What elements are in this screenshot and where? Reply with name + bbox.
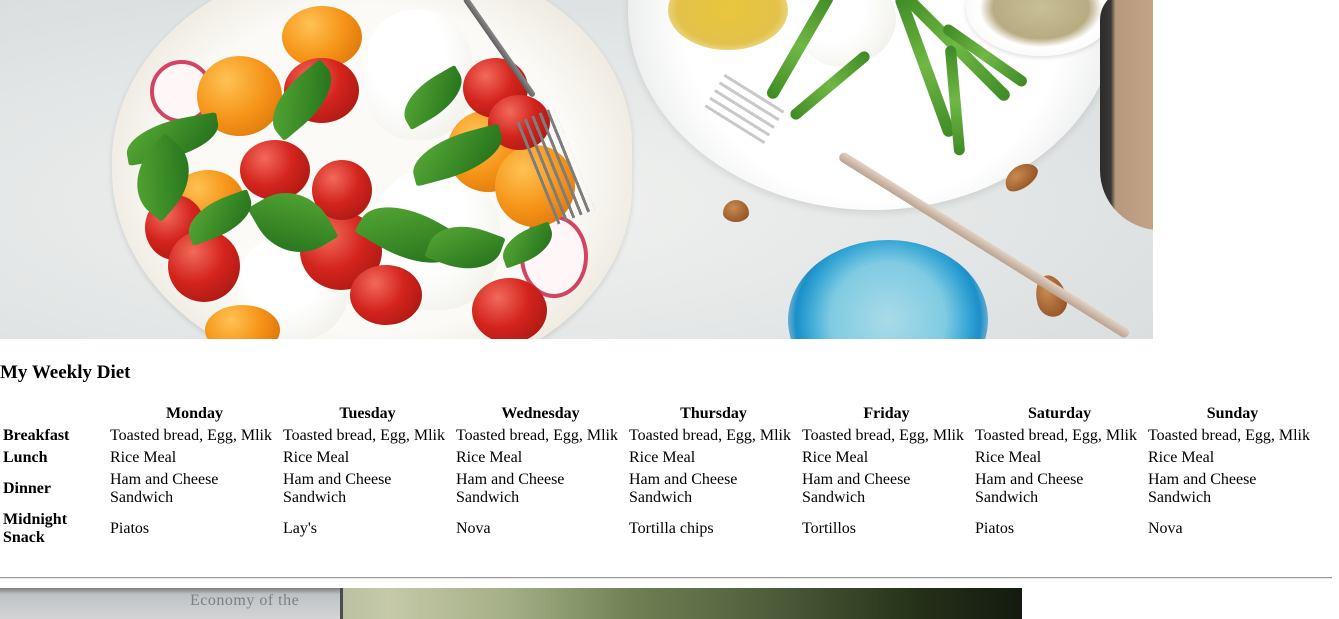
- table-row: Dinner Ham and Cheese Sandwich Ham and C…: [2, 470, 1318, 508]
- meal-cell: Rice Meal: [975, 449, 1042, 466]
- table-header-row: Monday Tuesday Wednesday Thursday Friday…: [2, 404, 1318, 424]
- day-header: Tuesday: [339, 405, 396, 422]
- meal-cell: Ham and Cheese Sandwich: [802, 471, 911, 506]
- horizontal-rule: [0, 577, 1332, 579]
- table-row: Breakfast Toasted bread, Egg, Mlik Toast…: [2, 426, 1318, 446]
- meal-cell: Nova: [456, 520, 491, 537]
- meal-cell: Ham and Cheese Sandwich: [629, 471, 738, 506]
- meal-cell: Ham and Cheese Sandwich: [110, 471, 219, 506]
- weekly-diet-table: Monday Tuesday Wednesday Thursday Friday…: [0, 402, 1320, 550]
- book-title-text: Economy of the: [190, 592, 300, 609]
- table-corner-cell: [2, 404, 107, 424]
- meal-cell: Toasted bread, Egg, Mlik: [802, 427, 964, 444]
- meal-cell: Toasted bread, Egg, Mlik: [456, 427, 618, 444]
- day-header: Monday: [166, 405, 223, 422]
- meal-cell: Piatos: [975, 520, 1015, 537]
- cutting-board: [1100, 0, 1153, 230]
- meal-cell: Toasted bread, Egg, Mlik: [1148, 427, 1310, 444]
- day-header: Wednesday: [501, 405, 580, 422]
- meal-cell: Rice Meal: [283, 449, 350, 466]
- meal-cell: Toasted bread, Egg, Mlik: [110, 427, 272, 444]
- meal-cell: Rice Meal: [802, 449, 869, 466]
- table-row: Midnight Snack Piatos Lay's Nova Tortill…: [2, 510, 1318, 548]
- day-header: Thursday: [680, 405, 747, 422]
- meal-label: Breakfast: [3, 427, 70, 444]
- meal-cell: Ham and Cheese Sandwich: [1148, 471, 1257, 506]
- meal-cell: Rice Meal: [110, 449, 177, 466]
- meal-label: Midnight Snack: [3, 511, 68, 546]
- meal-cell: Tortillos: [802, 520, 856, 537]
- meal-cell: Toasted bread, Egg, Mlik: [283, 427, 445, 444]
- meal-cell: Rice Meal: [456, 449, 523, 466]
- meal-cell: Rice Meal: [1148, 449, 1215, 466]
- meal-cell: Ham and Cheese Sandwich: [456, 471, 565, 506]
- day-header: Friday: [863, 405, 910, 422]
- meal-cell: Nova: [1148, 520, 1183, 537]
- meal-cell: Tortilla chips: [629, 520, 714, 537]
- meal-label: Lunch: [3, 449, 48, 466]
- meal-cell: Toasted bread, Egg, Mlik: [629, 427, 791, 444]
- day-header: Saturday: [1027, 405, 1092, 422]
- day-header: Sunday: [1206, 405, 1259, 422]
- hero-food-image: [0, 0, 1153, 339]
- meal-label: Dinner: [3, 480, 51, 497]
- meal-cell: Ham and Cheese Sandwich: [283, 471, 392, 506]
- meal-cell: Rice Meal: [629, 449, 696, 466]
- page-title: My Weekly Diet: [0, 362, 131, 383]
- table-row: Lunch Rice Meal Rice Meal Rice Meal Rice…: [2, 448, 1318, 468]
- meal-cell: Toasted bread, Egg, Mlik: [975, 427, 1137, 444]
- bottom-image: Economy of the: [0, 588, 1022, 619]
- blue-glass: [788, 240, 988, 339]
- meal-cell: Piatos: [110, 520, 150, 537]
- meal-cell: Ham and Cheese Sandwich: [975, 471, 1084, 506]
- meal-cell: Lay's: [283, 520, 317, 537]
